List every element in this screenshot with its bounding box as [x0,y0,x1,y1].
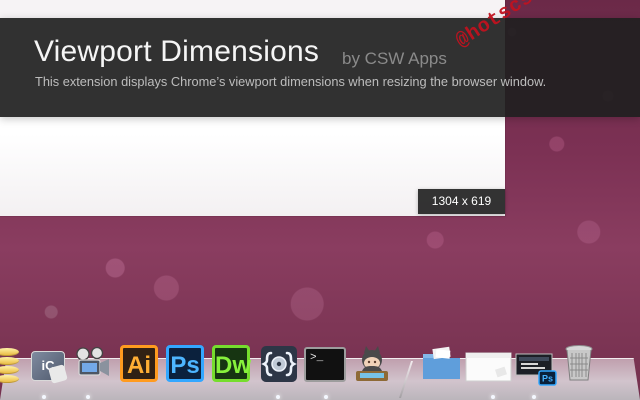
photoshop-mini-label: Ps [542,374,553,384]
database-app-icon[interactable] [0,345,19,383]
extension-description: This extension displays Chrome’s viewpor… [35,74,547,89]
database-disk [0,348,19,356]
folder-icon [423,346,460,379]
terminal-icon[interactable]: >_ [304,347,346,382]
publisher-label: by CSW Apps [342,49,447,68]
database-disk [0,366,19,374]
running-indicator [324,395,328,399]
trash-icon [565,345,593,381]
ic-app-icon[interactable]: iC [29,349,68,384]
document-stack-icon[interactable]: Ps [515,349,559,387]
database-disk [0,357,19,365]
viewport-size-badge: 1304 x 619 [418,189,505,214]
database-disk [0,375,19,383]
extension-info-panel: Viewport Dimensions by CSW Apps This ext… [0,18,640,117]
document-stack-icon: Ps [515,353,557,386]
browser-topbar [0,0,505,18]
brackets-icon[interactable] [259,344,299,384]
octocat-icon [356,346,388,381]
window-preview-icon [465,352,512,382]
window-preview-icon[interactable] [465,351,512,383]
running-indicator [532,395,536,399]
brackets-icon [261,346,297,382]
photoshop-icon[interactable]: Ps [166,345,204,382]
film-camera-icon [76,346,109,376]
running-indicator [491,395,495,399]
extension-title: Viewport Dimensions [34,35,320,68]
folder-icon[interactable] [420,346,463,383]
running-indicator [42,395,46,399]
running-indicator [86,395,90,399]
film-camera-icon[interactable] [72,345,112,383]
octocat-icon[interactable] [352,343,392,385]
trash-icon[interactable] [562,344,596,386]
running-indicator [276,395,280,399]
dreamweaver-icon[interactable]: Dw [212,345,251,382]
illustrator-icon[interactable]: Ai [120,345,158,382]
